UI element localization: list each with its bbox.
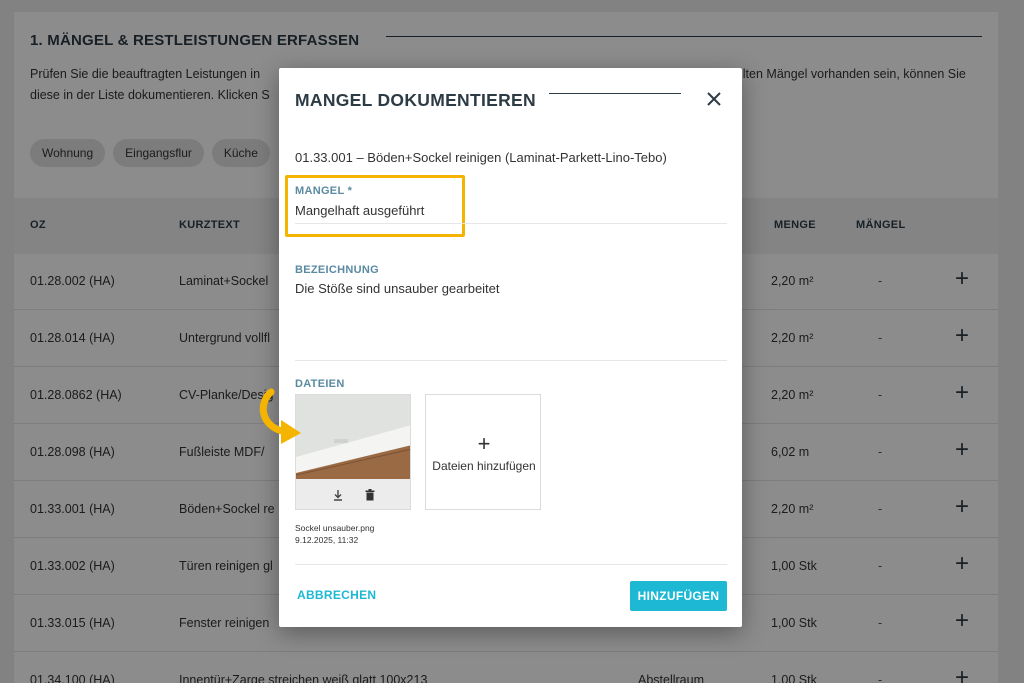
cancel-button[interactable]: ABBRECHEN (297, 588, 376, 602)
file-actions (296, 479, 410, 509)
file-name: Sockel unsauber.png (295, 523, 375, 533)
add-files-button[interactable]: + Dateien hinzufügen (425, 394, 541, 510)
arrow-icon (259, 388, 301, 444)
footer-divider (295, 564, 727, 565)
submit-button[interactable]: HINZUFÜGEN (630, 581, 727, 611)
dialog-title-line (549, 93, 681, 94)
plus-icon: + (477, 431, 491, 456)
mangel-dialog: MANGEL DOKUMENTIEREN 01.33.001 – Böden+S… (279, 68, 742, 627)
close-icon[interactable] (703, 88, 725, 110)
mangel-select[interactable]: Mangelhaft ausgeführt (295, 203, 424, 218)
position-text: 01.33.001 – Böden+Sockel reinigen (Lamin… (295, 150, 667, 165)
bezeichnung-textarea[interactable]: Die Stöße sind unsauber gearbeitet (295, 281, 500, 296)
trash-icon[interactable] (363, 488, 377, 502)
bezeichnung-divider (295, 360, 727, 361)
bezeichnung-label: BEZEICHNUNG (295, 264, 379, 276)
download-icon[interactable] (331, 488, 345, 502)
file-date: 9.12.2025, 11:32 (295, 535, 359, 545)
dialog-title: MANGEL DOKUMENTIEREN (295, 90, 536, 110)
mangel-label: MANGEL * (295, 185, 353, 197)
add-files-label: Dateien hinzufügen (432, 459, 536, 473)
mangel-divider (295, 223, 727, 224)
